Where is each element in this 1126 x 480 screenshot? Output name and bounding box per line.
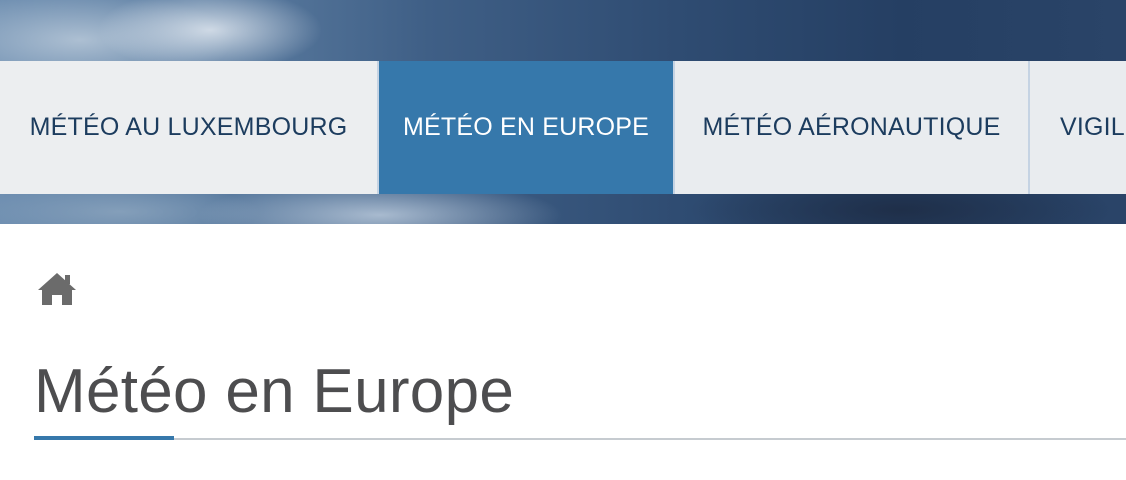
title-divider bbox=[34, 438, 1126, 440]
nav-item-vigilance[interactable]: VIGIL bbox=[1030, 61, 1126, 194]
main-navigation: MÉTÉO AU LUXEMBOURG MÉTÉO EN EUROPE MÉTÉ… bbox=[0, 61, 1126, 194]
nav-item-meteo-europe[interactable]: MÉTÉO EN EUROPE bbox=[379, 61, 675, 194]
home-icon[interactable] bbox=[36, 271, 78, 307]
header-sky-banner: MÉTÉO AU LUXEMBOURG MÉTÉO EN EUROPE MÉTÉ… bbox=[0, 0, 1126, 224]
nav-item-meteo-aeronautique[interactable]: MÉTÉO AÉRONAUTIQUE bbox=[675, 61, 1030, 194]
title-accent-bar bbox=[34, 436, 174, 440]
nav-item-meteo-luxembourg[interactable]: MÉTÉO AU LUXEMBOURG bbox=[0, 61, 379, 194]
page-title: Météo en Europe bbox=[34, 357, 515, 426]
